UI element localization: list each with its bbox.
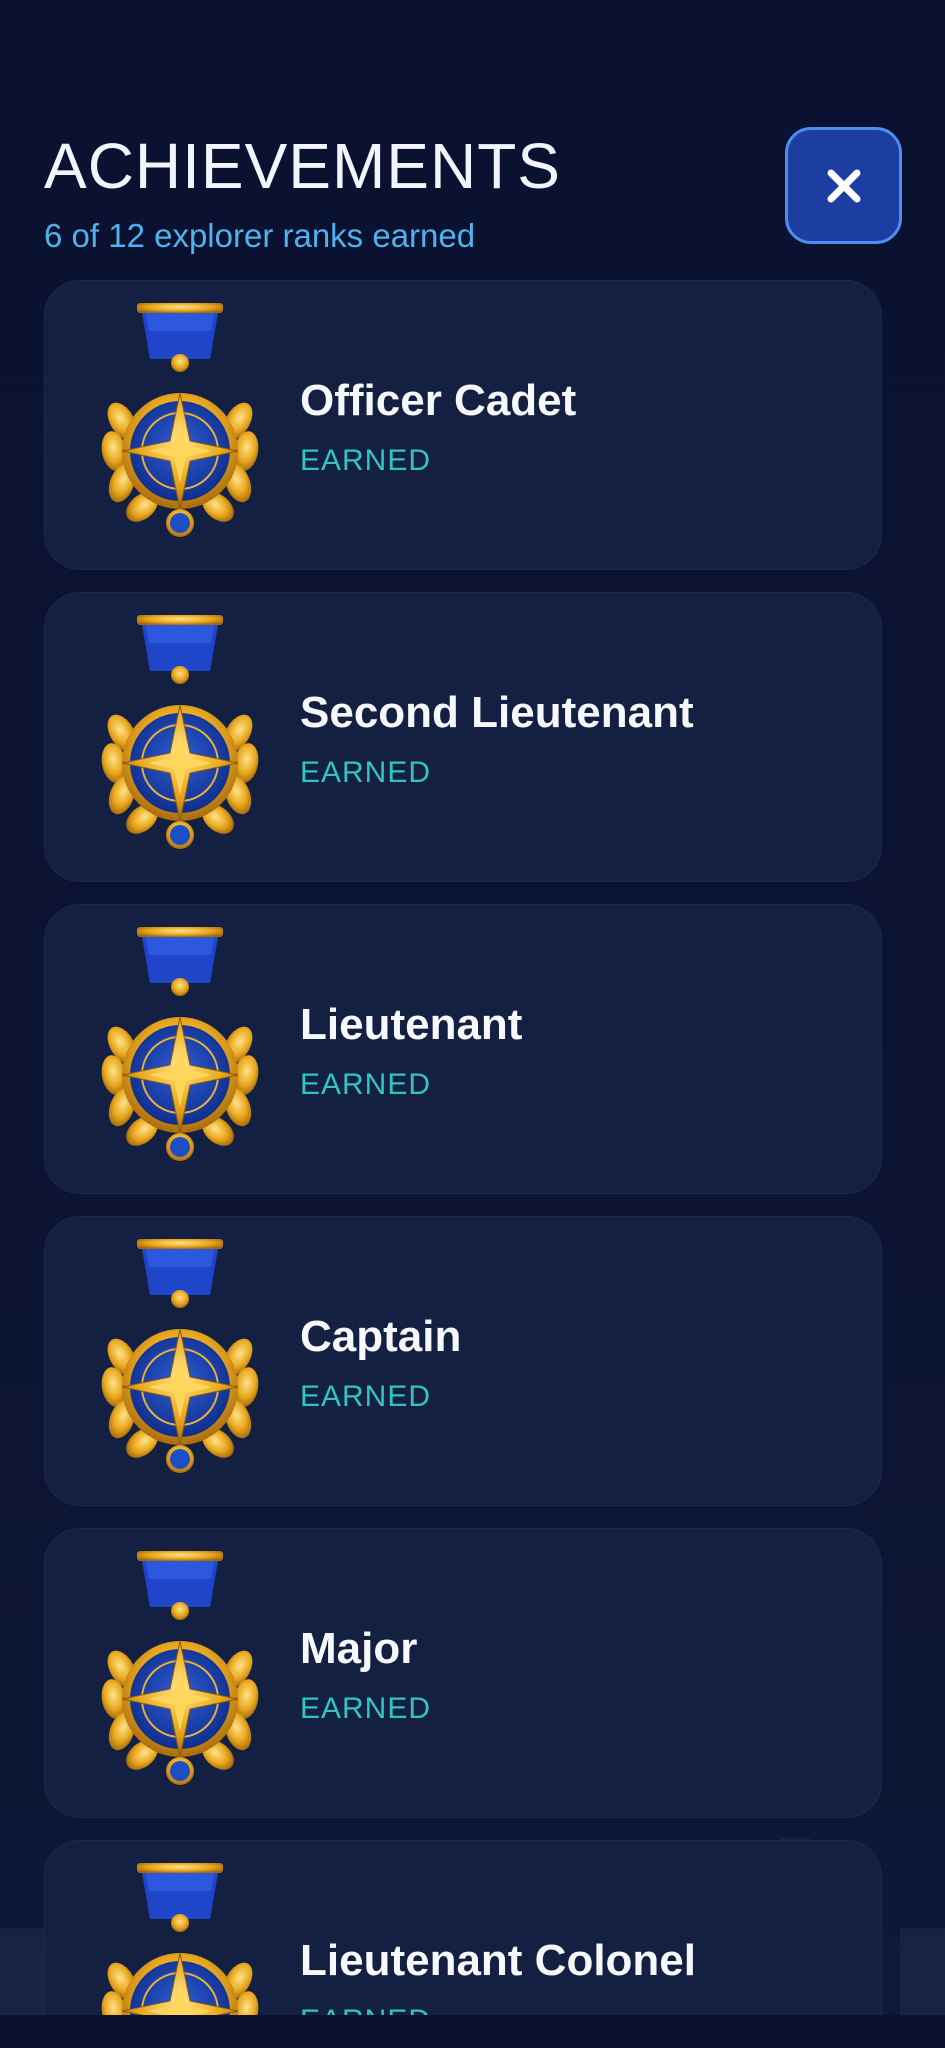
rank-card[interactable]: Major EARNED: [44, 1528, 882, 1818]
medal-icon: [101, 303, 259, 537]
rank-card[interactable]: Captain EARNED: [44, 1216, 882, 1506]
rank-card[interactable]: Lieutenant Colonel EARNED: [44, 1840, 882, 2015]
rank-name: Captain: [300, 1312, 462, 1361]
achievements-screen: ACHIEVEMENTS 6 of 12 explorer ranks earn…: [0, 0, 945, 2048]
rank-card[interactable]: Officer Cadet EARNED: [44, 280, 882, 570]
rank-name: Officer Cadet: [300, 376, 577, 425]
rank-status: EARNED: [300, 1380, 432, 1413]
rank-card[interactable]: Second Lieutenant EARNED: [44, 592, 882, 882]
rank-status: EARNED: [300, 1692, 432, 1725]
medal-icon: [101, 927, 259, 1161]
close-icon: [827, 169, 860, 202]
rank-card[interactable]: Lieutenant EARNED: [44, 904, 882, 1194]
rank-status: EARNED: [300, 1068, 432, 1101]
rank-name: Lieutenant: [300, 1000, 523, 1049]
rank-name: Second Lieutenant: [300, 688, 694, 737]
rank-name: Lieutenant Colonel: [300, 1936, 696, 1985]
medal-icon: [101, 1863, 259, 2015]
close-button[interactable]: [785, 127, 902, 244]
rank-status: EARNED: [300, 2003, 431, 2015]
rank-status: EARNED: [300, 444, 432, 477]
medal-icon: [101, 1239, 259, 1473]
medal-icon: [101, 615, 259, 849]
progress-subtitle: 6 of 12 explorer ranks earned: [44, 217, 476, 254]
bottom-edge: [0, 2015, 945, 2048]
rank-status: EARNED: [300, 756, 432, 789]
medal-icon: [101, 1551, 259, 1785]
header: ACHIEVEMENTS 6 of 12 explorer ranks earn…: [44, 128, 604, 256]
ranks-list[interactable]: Officer Cadet EARNED Second Lieutenant E…: [44, 280, 882, 2015]
rank-name: Major: [300, 1624, 418, 1673]
page-title: ACHIEVEMENTS: [44, 130, 561, 202]
